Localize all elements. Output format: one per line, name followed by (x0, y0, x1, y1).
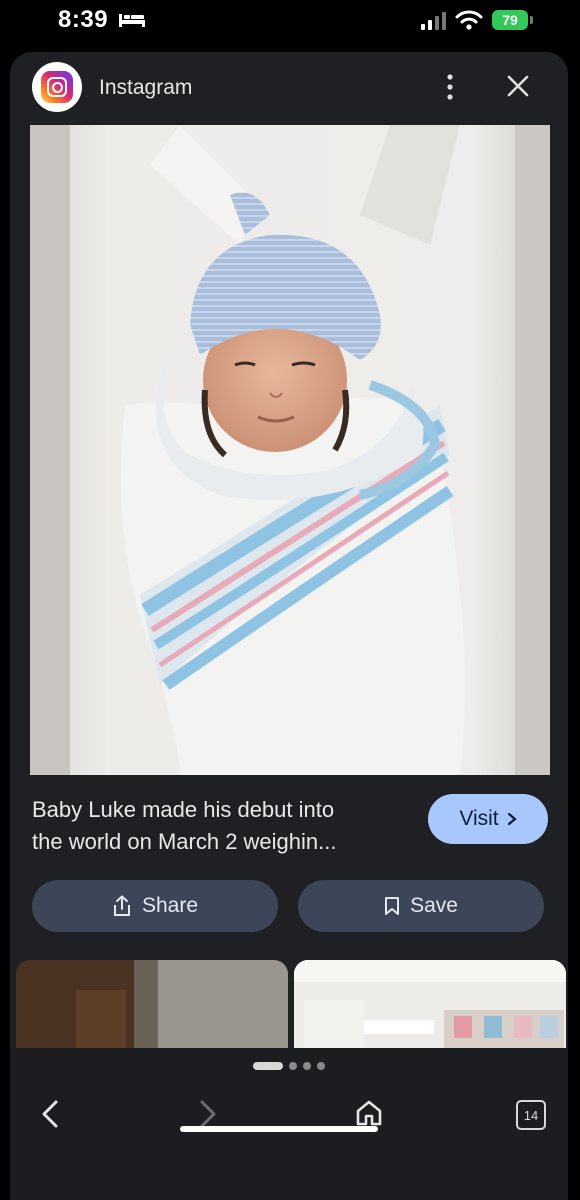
share-button[interactable]: Share (32, 880, 278, 932)
tabs-icon[interactable]: 14 (516, 1100, 546, 1130)
related-image-room (16, 960, 288, 1048)
status-time: 8:39 (58, 6, 109, 33)
share-label: Share (141, 894, 199, 917)
image-result-sheet: Instagram Baby Luke made his debut into … (10, 52, 568, 1200)
sheet-header: Instagram (10, 52, 568, 124)
result-image[interactable] (30, 125, 550, 775)
home-icon[interactable] (354, 1098, 384, 1128)
instagram-logo-icon (41, 71, 73, 103)
wifi-icon (455, 10, 483, 30)
newborn-photo-illustration (30, 125, 550, 775)
battery-level: 79 (502, 12, 518, 28)
battery-icon: 79 (492, 10, 528, 30)
page-dot-active (253, 1062, 283, 1070)
chevron-right-icon (507, 812, 517, 826)
battery-nub (530, 16, 533, 24)
back-icon[interactable] (38, 1098, 62, 1130)
visit-label: Visit (459, 807, 499, 830)
status-bar: 8:39 79 (0, 0, 580, 44)
related-image-store (294, 960, 566, 1048)
result-caption[interactable]: Baby Luke made his debut into the world … (32, 794, 412, 858)
close-icon[interactable] (506, 74, 530, 98)
caption-line-2: the world on March 2 weighin... (32, 829, 337, 854)
related-image-thumbnail[interactable] (294, 960, 566, 1048)
screen: 8:39 79 Instagram Baby Luke made his deb… (0, 0, 580, 1200)
save-label: Save (410, 894, 458, 917)
cellular-signal-icon (421, 12, 446, 30)
source-avatar[interactable] (32, 62, 82, 112)
tab-count: 14 (523, 1107, 539, 1123)
visit-button[interactable]: Visit (428, 794, 548, 844)
related-image-thumbnail[interactable] (16, 960, 288, 1048)
source-name[interactable]: Instagram (99, 76, 192, 100)
sleep-focus-icon (119, 14, 145, 27)
bookmark-icon (385, 897, 400, 915)
browser-toolbar: 14 (10, 1048, 568, 1200)
page-dot (289, 1062, 297, 1070)
page-dot (303, 1062, 311, 1070)
save-button[interactable]: Save (298, 880, 544, 932)
caption-line-1: Baby Luke made his debut into (32, 797, 335, 822)
home-indicator[interactable] (180, 1126, 378, 1132)
share-icon (113, 895, 130, 916)
more-vertical-icon[interactable] (440, 72, 460, 102)
page-dot (317, 1062, 325, 1070)
